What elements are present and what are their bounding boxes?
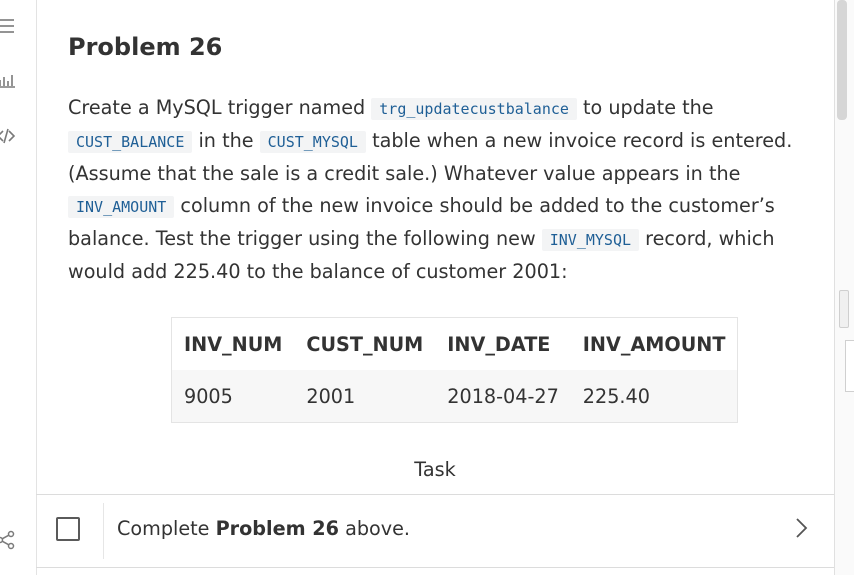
table-header-row: INV_NUM CUST_NUM INV_DATE INV_AMOUNT	[171, 317, 738, 370]
chevron-right-icon[interactable]	[792, 513, 812, 543]
cell-cust-num: 2001	[294, 370, 436, 423]
task-label-bold: Problem 26	[215, 517, 339, 540]
code-icon[interactable]	[0, 124, 18, 148]
cell-inv-amount: 225.40	[570, 370, 738, 423]
right-panel	[834, 0, 854, 575]
invoice-table: INV_NUM CUST_NUM INV_DATE INV_AMOUNT 900…	[171, 317, 739, 423]
task-checkbox[interactable]	[56, 517, 80, 541]
text-segment: to update the	[576, 96, 714, 119]
text-segment: Create a MySQL trigger named	[68, 96, 372, 119]
code-cust-balance: CUST_BALANCE	[68, 131, 193, 153]
text-segment: Complete	[117, 517, 216, 540]
task-label: Complete Problem 26 above.	[117, 517, 410, 540]
divider	[103, 503, 104, 559]
header-inv-amount: INV_AMOUNT	[570, 317, 738, 370]
header-inv-num: INV_NUM	[171, 317, 295, 370]
cell-inv-num: 9005	[171, 370, 295, 423]
left-toolbar	[0, 0, 37, 575]
list-icon[interactable]	[0, 14, 18, 38]
share-icon[interactable]	[0, 528, 18, 552]
code-cust-mysql: CUST_MYSQL	[259, 131, 366, 153]
task-heading: Task	[414, 458, 456, 481]
scrollbar-thumb[interactable]	[837, 0, 847, 120]
text-segment: above.	[339, 517, 411, 540]
side-panel-edge	[845, 340, 854, 392]
table-row: 9005 2001 2018-04-27 225.40	[171, 370, 738, 423]
code-inv-amount: INV_AMOUNT	[68, 196, 175, 218]
text-segment: in the	[192, 129, 260, 152]
problem-content: Problem 26 Create a MySQL trigger named …	[36, 0, 834, 575]
resize-handle[interactable]	[839, 290, 849, 328]
problem-title: Problem 26	[68, 33, 223, 61]
chart-icon[interactable]	[0, 68, 18, 92]
problem-description: Create a MySQL trigger named trg_updatec…	[68, 92, 808, 288]
task-row[interactable]: Complete Problem 26 above.	[36, 494, 834, 568]
code-inv-mysql: INV_MYSQL	[541, 229, 640, 251]
code-trigger-name: trg_updatecustbalance	[371, 98, 577, 120]
cell-inv-date: 2018-04-27	[435, 370, 571, 423]
header-cust-num: CUST_NUM	[294, 317, 436, 370]
header-inv-date: INV_DATE	[435, 317, 571, 370]
